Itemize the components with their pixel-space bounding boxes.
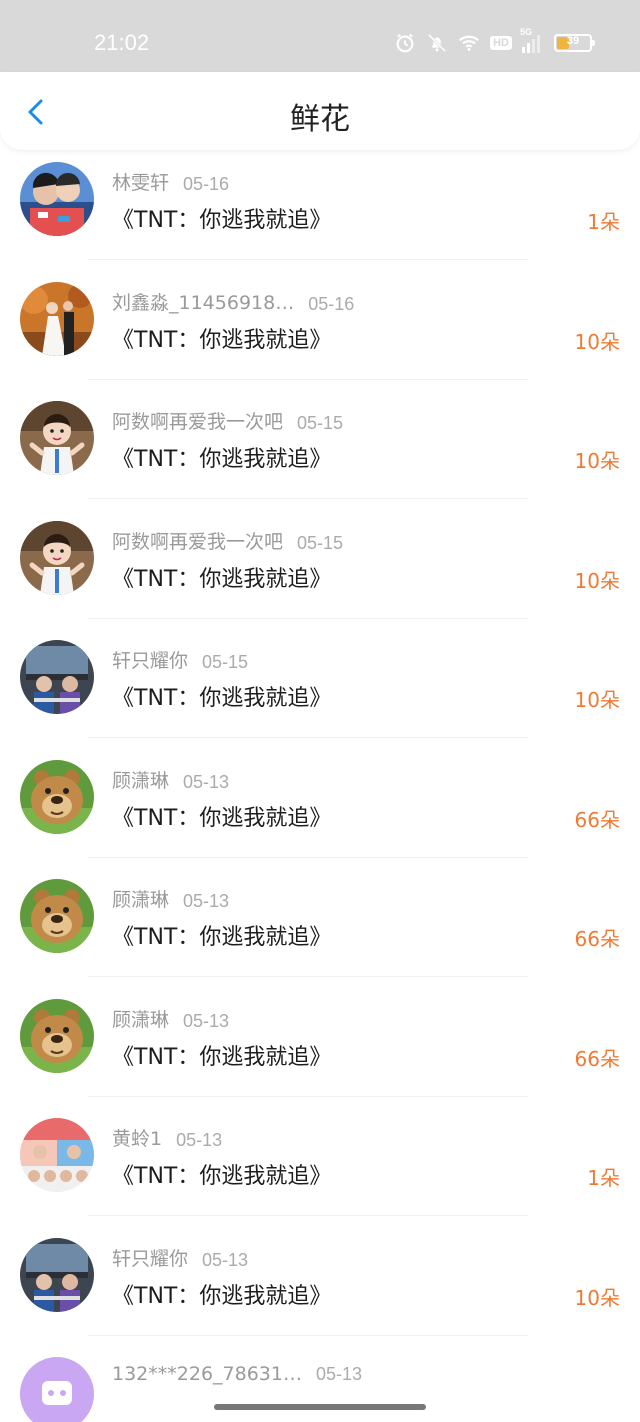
mute-icon	[426, 32, 448, 54]
item-meta: 阿数啊再爱我一次吧 05-15	[112, 407, 343, 434]
divider	[88, 617, 528, 619]
list-item[interactable]: 阿数啊再爱我一次吧 05-15 《TNT：你逃我就追》 10朵	[0, 391, 640, 511]
book-title: 《TNT：你逃我就追》	[112, 1164, 332, 1189]
book-title: 《TNT：你逃我就追》	[112, 925, 332, 950]
flower-count: 10朵	[574, 329, 620, 354]
item-meta: 轩只耀你 05-13	[112, 1244, 248, 1271]
user-name[interactable]: 林雯轩	[112, 168, 169, 195]
flower-count: 10朵	[574, 688, 620, 712]
item-meta: 顾潇琳 05-13	[112, 1005, 229, 1032]
avatar[interactable]	[20, 401, 94, 475]
list-item[interactable]: 轩只耀你 05-13 《TNT：你逃我就追》 10朵	[0, 1228, 640, 1348]
avatar[interactable]	[20, 640, 94, 714]
item-meta: 阿数啊再爱我一次吧 05-15	[112, 527, 343, 554]
list-item[interactable]: 132***226_78631… 05-13	[0, 1347, 640, 1422]
list-item[interactable]: 顾潇琳 05-13 《TNT：你逃我就追》 66朵	[0, 869, 640, 989]
item-meta: 132***226_78631… 05-13	[112, 1363, 362, 1385]
gift-date: 05-16	[308, 293, 355, 314]
gift-date: 05-13	[315, 1364, 363, 1384]
flower-count: 10朵	[574, 1285, 620, 1310]
page-title: 鲜花	[290, 102, 350, 137]
status-icons: HD 5G 39	[394, 27, 595, 56]
gift-date: 05-13	[183, 891, 230, 911]
list-item[interactable]: 顾潇琳 05-13 《TNT：你逃我就追》 66朵	[0, 750, 640, 870]
avatar[interactable]	[20, 1237, 94, 1312]
divider	[88, 976, 528, 977]
avatar[interactable]	[20, 998, 94, 1073]
status-bar: 21:02 HD 5G 39	[0, 0, 640, 72]
user-name[interactable]: 阿数啊再爱我一次吧	[112, 407, 283, 434]
gift-date: 05-13	[183, 1010, 230, 1031]
item-meta: 林雯轩 05-16	[112, 168, 229, 195]
user-name[interactable]: 132***226_78631…	[112, 1363, 302, 1385]
gift-date: 05-13	[176, 1130, 223, 1150]
user-name[interactable]: 顾潇琳	[112, 885, 169, 912]
list-item[interactable]: 黄蛉1 05-13 《TNT：你逃我就追》 1朵	[0, 1108, 640, 1228]
flower-gift-list: 林雯轩 05-16 《TNT：你逃我就追》 1朵 刘鑫淼_11456918… 05-16 《…	[0, 152, 640, 1422]
gift-date: 05-13	[202, 1249, 249, 1270]
list-item[interactable]: 刘鑫淼_11456918… 05-16 《TNT：你逃我就追》 10朵	[0, 272, 640, 392]
flower-count: 10朵	[574, 449, 620, 473]
book-title: 《TNT：你逃我就追》	[112, 1044, 332, 1070]
item-meta: 轩只耀你 05-15	[112, 646, 248, 673]
status-time: 21:02	[94, 30, 150, 55]
user-name[interactable]: 黄蛉1	[112, 1124, 162, 1151]
list-item[interactable]: 顾潇琳 05-13 《TNT：你逃我就追》 66朵	[0, 989, 640, 1109]
book-title: 《TNT：你逃我就追》	[112, 805, 332, 831]
divider	[88, 498, 528, 499]
avatar[interactable]	[20, 1357, 94, 1422]
book-title: 《TNT：你逃我就追》	[112, 327, 332, 353]
divider	[88, 1215, 528, 1216]
book-title: 《TNT：你逃我就追》	[112, 208, 332, 233]
alarm-icon	[394, 32, 416, 54]
divider	[88, 737, 528, 738]
item-meta: 黄蛉1 05-13	[112, 1124, 222, 1151]
gift-date: 05-15	[202, 652, 249, 672]
flower-count: 66朵	[574, 927, 620, 951]
signal-icon: 5G	[520, 27, 544, 53]
user-name[interactable]: 刘鑫淼_11456918…	[112, 288, 294, 315]
item-meta: 刘鑫淼_11456918… 05-16	[112, 288, 354, 315]
list-item[interactable]: 阿数啊再爱我一次吧 05-15 《TNT：你逃我就追》 10朵	[0, 511, 640, 631]
user-name[interactable]: 顾潇琳	[112, 1005, 169, 1032]
list-item[interactable]: 林雯轩 05-16 《TNT：你逃我就追》 1朵	[0, 152, 640, 272]
avatar[interactable]	[20, 162, 94, 236]
divider	[88, 1095, 528, 1097]
user-name[interactable]: 轩只耀你	[112, 646, 188, 673]
nav-bar: 鲜花	[0, 72, 640, 150]
divider	[88, 378, 528, 380]
gift-date: 05-13	[183, 771, 230, 792]
avatar[interactable]	[20, 1118, 94, 1192]
hd-icon: HD	[490, 36, 512, 50]
avatar[interactable]	[20, 879, 94, 953]
gift-date: 05-15	[297, 532, 344, 553]
list-item[interactable]: 轩只耀你 05-15 《TNT：你逃我就追》 10朵	[0, 630, 640, 750]
divider	[88, 856, 528, 858]
flower-count: 66朵	[574, 807, 620, 832]
user-name[interactable]: 阿数啊再爱我一次吧	[112, 527, 283, 554]
book-title: 《TNT：你逃我就追》	[112, 686, 332, 711]
battery-level: 39	[566, 35, 580, 47]
wifi-icon	[458, 32, 480, 54]
avatar[interactable]	[20, 759, 94, 834]
flower-count: 66朵	[574, 1046, 620, 1071]
flower-count: 1朵	[587, 210, 620, 234]
item-meta: 顾潇琳 05-13	[112, 885, 229, 912]
divider	[88, 259, 528, 260]
item-meta: 顾潇琳 05-13	[112, 766, 229, 793]
avatar[interactable]	[20, 281, 94, 356]
book-title: 《TNT：你逃我就追》	[112, 566, 332, 592]
user-name[interactable]: 顾潇琳	[112, 766, 169, 793]
user-name[interactable]: 轩只耀你	[112, 1244, 188, 1271]
home-indicator[interactable]	[214, 1404, 426, 1410]
gift-date: 05-16	[183, 174, 230, 194]
divider	[88, 1334, 528, 1336]
flower-count: 1朵	[587, 1166, 620, 1190]
avatar[interactable]	[20, 520, 94, 595]
flower-count: 10朵	[574, 568, 620, 593]
book-title: 《TNT：你逃我就追》	[112, 1283, 332, 1309]
gift-date: 05-15	[297, 413, 344, 433]
battery-icon: 39	[554, 34, 595, 52]
book-title: 《TNT：你逃我就追》	[112, 447, 332, 472]
